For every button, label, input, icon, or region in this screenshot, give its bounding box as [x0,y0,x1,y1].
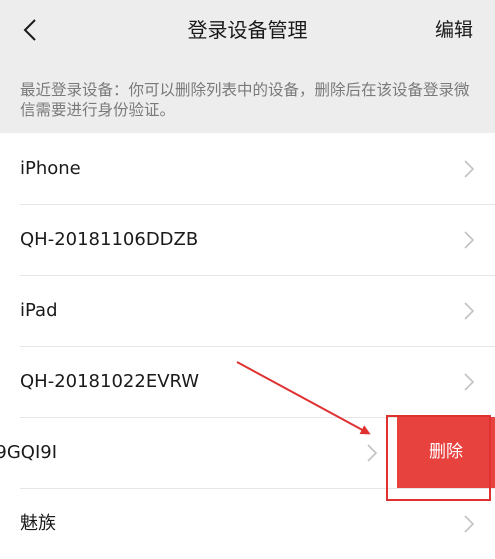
device-name: QH-20181106DDZB [20,229,199,250]
device-name: iPhone [20,158,81,179]
page-title: 登录设备管理 [187,18,308,42]
navigation-bar: 登录设备管理 编辑 [0,0,495,64]
chevron-right-icon [464,231,475,249]
delete-button[interactable]: 删除 [397,417,495,488]
device-list: iPhone QH-20181106DDZB iPad QH-20181022E… [0,133,495,559]
chevron-right-icon [464,302,475,320]
device-row-qh-20181106ddzb[interactable]: QH-20181106DDZB [0,204,495,275]
chevron-right-icon [464,160,475,178]
notice-text: 最近登录设备：你可以删除列表中的设备，删除后在该设备登录微信需要进行身份验证。 [20,81,470,119]
device-row-ipad[interactable]: iPad [0,275,495,346]
device-row-meizu[interactable]: 魅族 [0,488,495,559]
device-row-qh-20181022evrw[interactable]: QH-20181022EVRW [0,346,495,417]
chevron-right-icon [464,515,475,533]
device-row-iphone[interactable]: iPhone [0,133,495,204]
chevron-right-icon [464,373,475,391]
device-name: iPad [20,300,58,321]
edit-button[interactable]: 编辑 [435,0,473,60]
device-row-swiped[interactable]: -S49GQI9I 删除 [0,417,495,488]
device-name: QH-20181022EVRW [20,371,200,392]
device-name: 魅族 [20,513,56,534]
device-name: -S49GQI9I [0,442,58,463]
chevron-right-icon [367,444,378,462]
